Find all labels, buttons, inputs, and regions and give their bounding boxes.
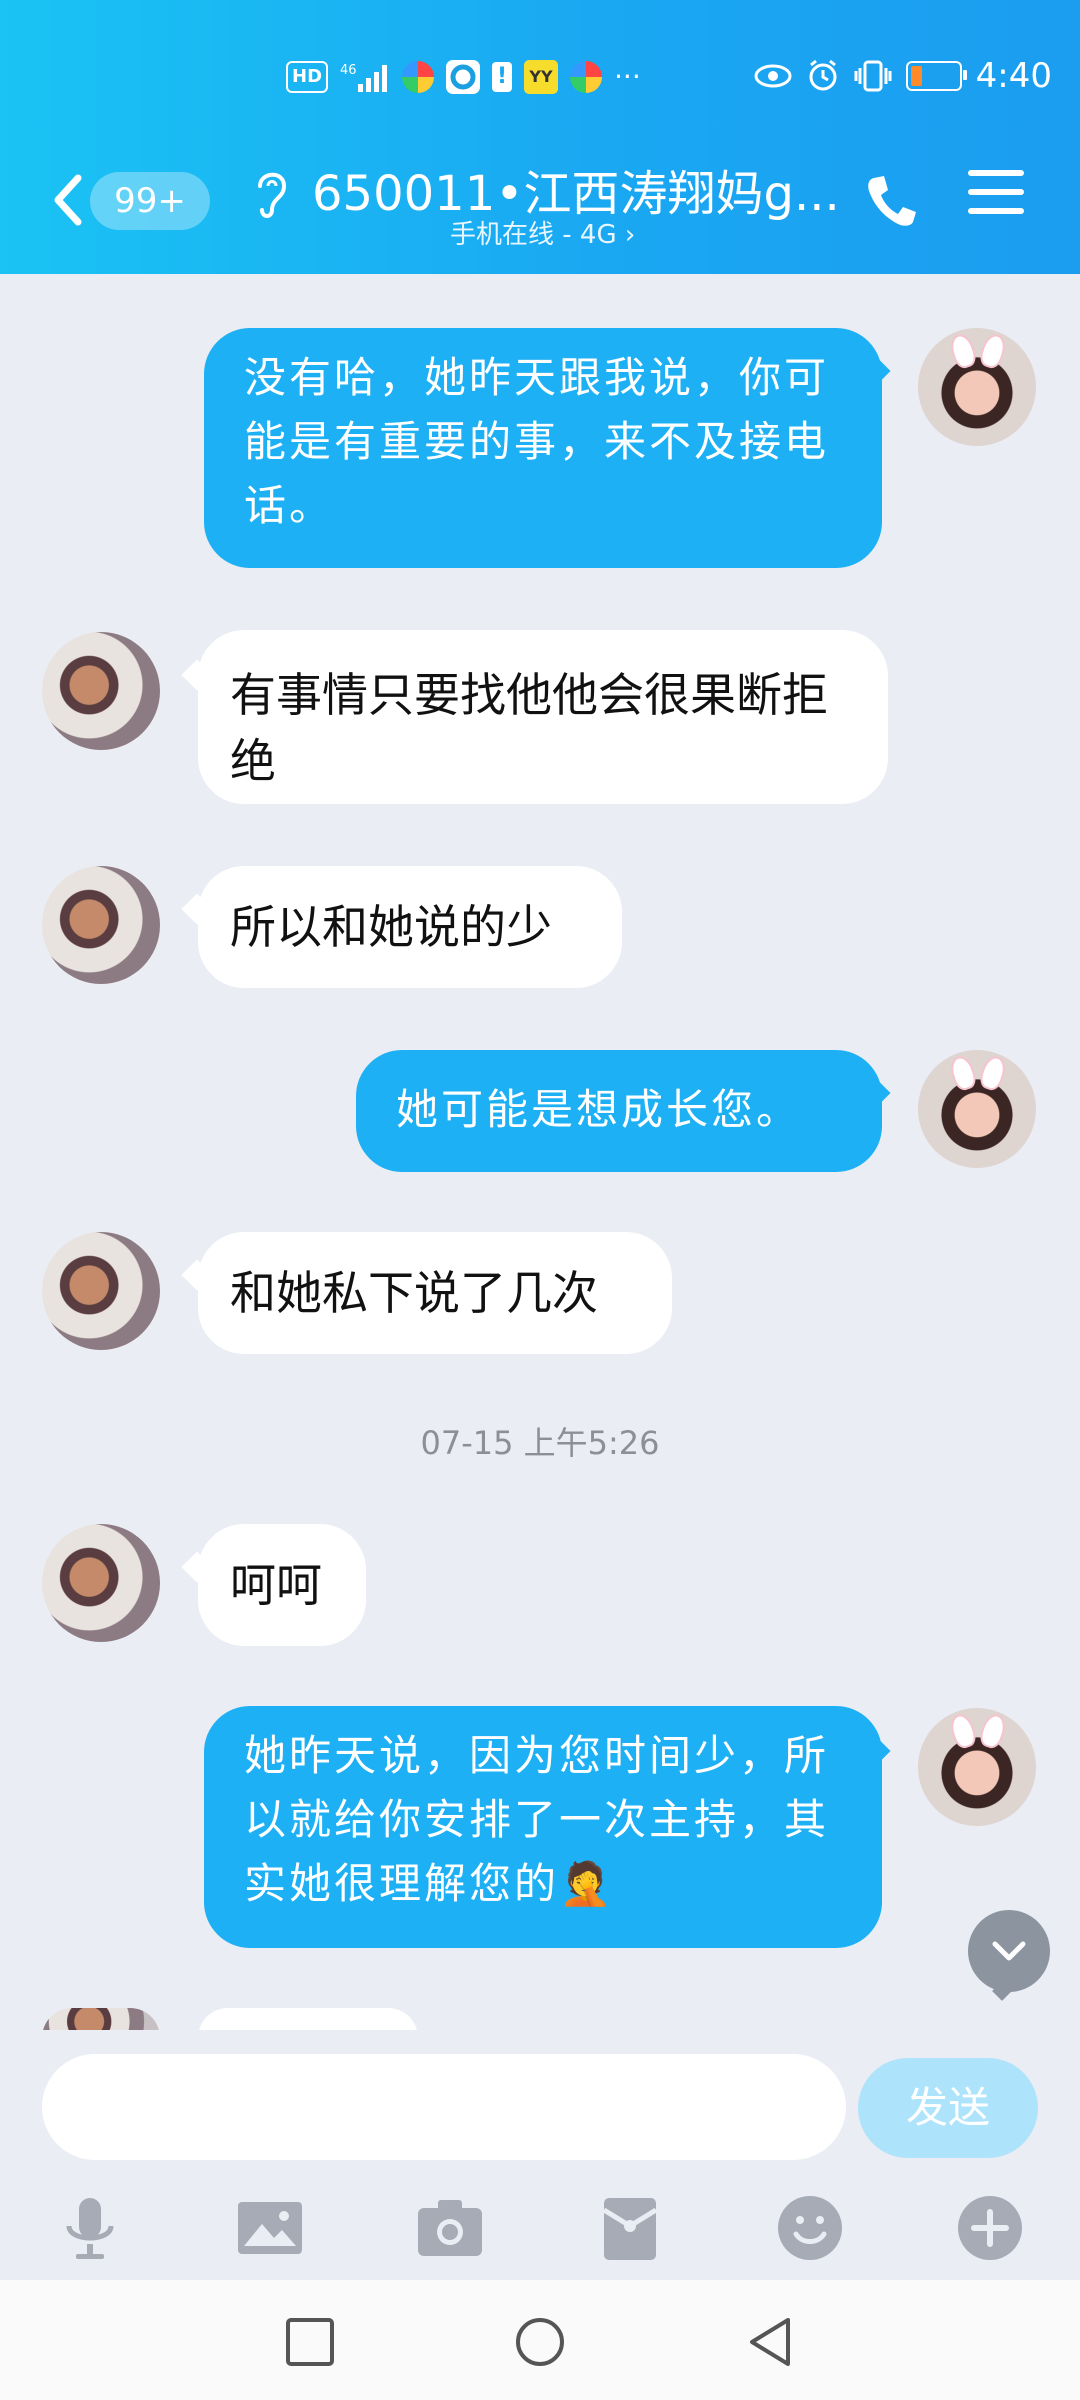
- menu-icon[interactable]: [968, 170, 1024, 226]
- phone-icon[interactable]: [862, 170, 916, 230]
- message-bubble-in[interactable]: 所以和她说的少: [198, 866, 622, 988]
- yy-app-icon: YY: [524, 60, 559, 94]
- alert-icon: !: [492, 62, 513, 92]
- camera-icon[interactable]: [414, 2192, 486, 2264]
- battery-icon: [905, 61, 967, 91]
- send-button[interactable]: 发送: [858, 2058, 1038, 2158]
- system-nav-bar: [0, 2280, 1080, 2400]
- message-bubble-out[interactable]: 她昨天说，因为您时间少，所以就给你安排了一次主持，其实她很理解您的🤦: [204, 1706, 882, 1948]
- 4g-signal-icon: 46: [340, 60, 390, 94]
- message-bubble-out[interactable]: 她可能是想成长您。: [356, 1050, 882, 1172]
- online-status[interactable]: 手机在线 - 4G ›: [450, 214, 635, 251]
- home-icon[interactable]: [514, 2316, 566, 2368]
- clock: 4:40: [975, 56, 1052, 96]
- chat-header: HD 46 ! YY ··· 4:40 99+ 650011•江西涛翔妈g...…: [0, 0, 1080, 274]
- app-icon-1: [402, 61, 435, 93]
- message-input[interactable]: [42, 2054, 846, 2160]
- plus-icon[interactable]: [954, 2192, 1026, 2264]
- message-timestamp: 07-15 上午5:26: [420, 1424, 660, 1462]
- message-text: 没有哈，她昨天跟我说，你可能是有重要的事，来不及接电话。: [244, 353, 830, 530]
- message-text: 呵呵: [230, 1558, 322, 1612]
- my-avatar[interactable]: [918, 328, 1036, 446]
- back-icon[interactable]: [48, 170, 88, 230]
- message-text: 她可能是想成长您。: [396, 1085, 802, 1134]
- message-bubble-in[interactable]: 和她私下说了几次: [198, 1232, 672, 1354]
- network-label: 46: [340, 63, 357, 78]
- mic-icon[interactable]: [54, 2192, 126, 2264]
- composer-toolbar: [0, 2180, 1080, 2280]
- unread-badge[interactable]: 99+: [90, 172, 210, 230]
- eye-icon: [754, 64, 792, 88]
- message-text: 有事情只要找他他会很果断拒绝: [230, 668, 828, 788]
- message-bubble-out[interactable]: 没有哈，她昨天跟我说，你可能是有重要的事，来不及接电话。: [204, 328, 882, 568]
- more-icon: ···: [614, 60, 641, 93]
- back-nav-icon[interactable]: [744, 2316, 796, 2368]
- app-icon-3: [570, 61, 603, 93]
- my-avatar[interactable]: [918, 1708, 1036, 1826]
- contact-avatar[interactable]: [42, 632, 160, 750]
- image-icon[interactable]: [234, 2192, 306, 2264]
- hd-icon: HD: [286, 61, 329, 93]
- message-bubble-in[interactable]: 呵呵: [198, 1524, 366, 1646]
- alarm-icon: [809, 59, 837, 91]
- recents-icon[interactable]: [284, 2316, 336, 2368]
- message-bubble-in[interactable]: 有事情只要找他他会很果断拒绝: [198, 630, 888, 804]
- message-text: 所以和她说的少: [230, 900, 552, 954]
- vibrate-icon: [854, 60, 892, 92]
- status-bar: HD 46 ! YY ··· 4:40: [0, 50, 1080, 110]
- chevron-down-icon: [992, 1941, 1026, 1961]
- composer: 发送: [0, 2030, 1080, 2280]
- message-text: 她昨天说，因为您时间少，所以就给你安排了一次主持，其实她很理解您的🤦: [244, 1731, 830, 1908]
- red-packet-icon[interactable]: [594, 2192, 666, 2264]
- app-icon-2: [446, 60, 481, 94]
- contact-avatar[interactable]: [42, 1524, 160, 1642]
- chat-nav: 99+ 650011•江西涛翔妈g... 手机在线 - 4G ›: [0, 150, 1080, 260]
- my-avatar[interactable]: [918, 1050, 1036, 1168]
- earpiece-icon[interactable]: [250, 164, 290, 224]
- emoji-icon[interactable]: [774, 2192, 846, 2264]
- message-text: 和她私下说了几次: [230, 1266, 598, 1320]
- contact-avatar[interactable]: [42, 866, 160, 984]
- contact-avatar[interactable]: [42, 1232, 160, 1350]
- scroll-to-bottom-button[interactable]: [968, 1910, 1050, 1992]
